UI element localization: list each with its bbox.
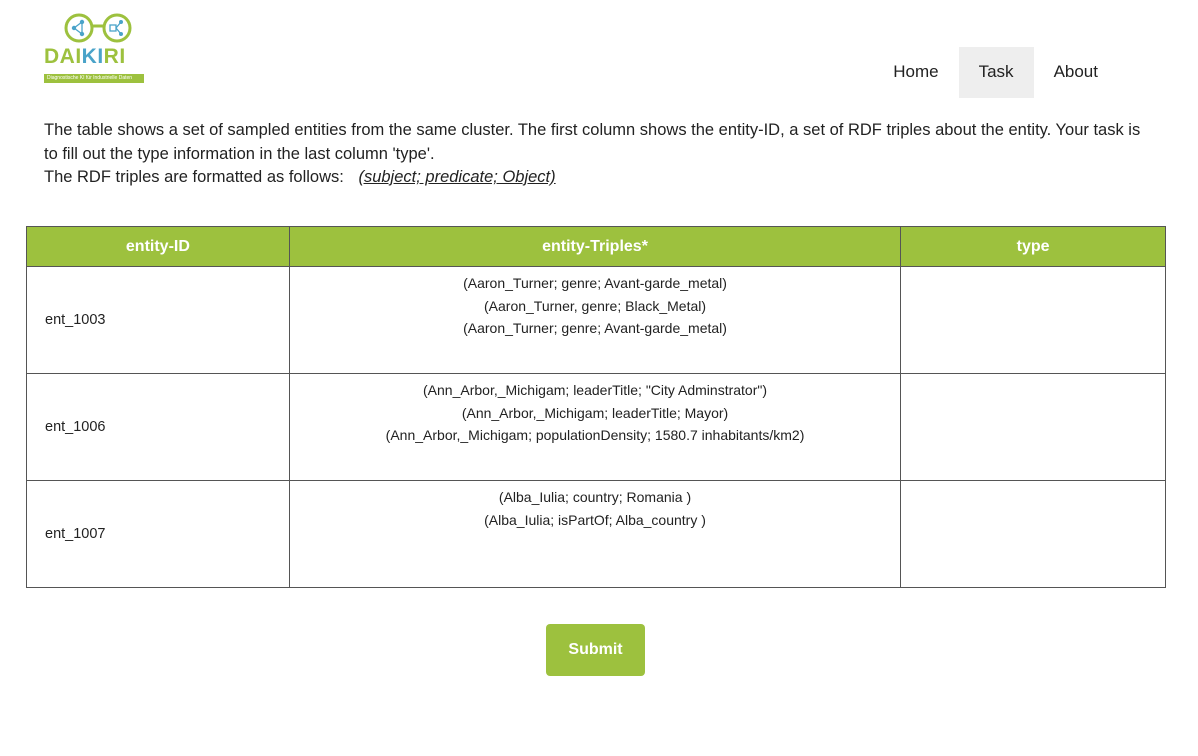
type-input[interactable] [901, 267, 1165, 373]
triple: (Ann_Arbor,_Michigam; populationDensity;… [385, 427, 805, 443]
format-example: (subject; predicate; Object) [358, 168, 556, 186]
logo-tagline: Diagnostische KI für Industrielle Daten [44, 74, 144, 83]
nav-about[interactable]: About [1034, 47, 1118, 98]
header-entity-id: entity-ID [26, 226, 290, 267]
instructions-text: The table shows a set of sampled entitie… [44, 121, 1141, 163]
entity-triples-cell: (Alba_Iulia; country; Romania ) (Alba_Iu… [288, 480, 902, 588]
entity-table: entity-ID entity-Triples* type ent_1003 … [26, 226, 1166, 588]
entity-id-cell: ent_1006 [26, 373, 290, 481]
triple: (Alba_Iulia; country; Romania ) [498, 489, 692, 505]
type-input[interactable] [901, 374, 1165, 480]
entity-id-cell: ent_1007 [26, 480, 290, 588]
entity-id-cell: ent_1003 [26, 266, 290, 374]
triple: (Aaron_Turner, genre; Black_Metal) [484, 297, 707, 314]
entity-triples-cell: (Ann_Arbor,_Michigam; leaderTitle; "City… [288, 373, 902, 481]
table-header-row: entity-ID entity-Triples* type [26, 226, 1166, 267]
type-cell [900, 480, 1166, 588]
type-cell [900, 266, 1166, 374]
format-line: The RDF triples are formatted as follows… [44, 166, 1154, 190]
header-type: type [900, 226, 1166, 267]
triple: (Ann_Arbor,_Michigam; leaderTitle; "City… [423, 382, 768, 398]
logo-wordmark: DAIKIRI [44, 45, 126, 68]
nav-home[interactable]: Home [873, 47, 958, 98]
table-row: ent_1007 (Alba_Iulia; country; Romania )… [26, 480, 1166, 588]
triple: (Alba_Iulia; isPartOf; Alba_country ) [484, 511, 706, 528]
entity-triples-cell: (Aaron_Turner; genre; Avant-garde_metal)… [288, 266, 902, 374]
table-row: ent_1006 (Ann_Arbor,_Michigam; leaderTit… [26, 373, 1166, 481]
task-instructions: The table shows a set of sampled entitie… [44, 119, 1154, 190]
format-label: The RDF triples are formatted as follows… [44, 168, 344, 186]
type-input[interactable] [901, 481, 1165, 587]
top-navigation: Home Task About [873, 47, 1118, 98]
triple: (Ann_Arbor,_Michigam; leaderTitle; Mayor… [461, 404, 729, 421]
daikiri-logo[interactable]: DAIKIRI Diagnostische KI für Industriell… [44, 12, 146, 84]
triple: (Aaron_Turner; genre; Avant-garde_metal) [463, 275, 727, 291]
glasses-network-icon [64, 13, 132, 43]
type-cell [900, 373, 1166, 481]
nav-task[interactable]: Task [958, 47, 1034, 98]
triple: (Aaron_Turner; genre; Avant-garde_metal) [463, 320, 727, 336]
header-entity-triples: entity-Triples* [288, 226, 902, 267]
table-row: ent_1003 (Aaron_Turner; genre; Avant-gar… [26, 266, 1166, 374]
submit-button[interactable]: Submit [546, 624, 645, 676]
